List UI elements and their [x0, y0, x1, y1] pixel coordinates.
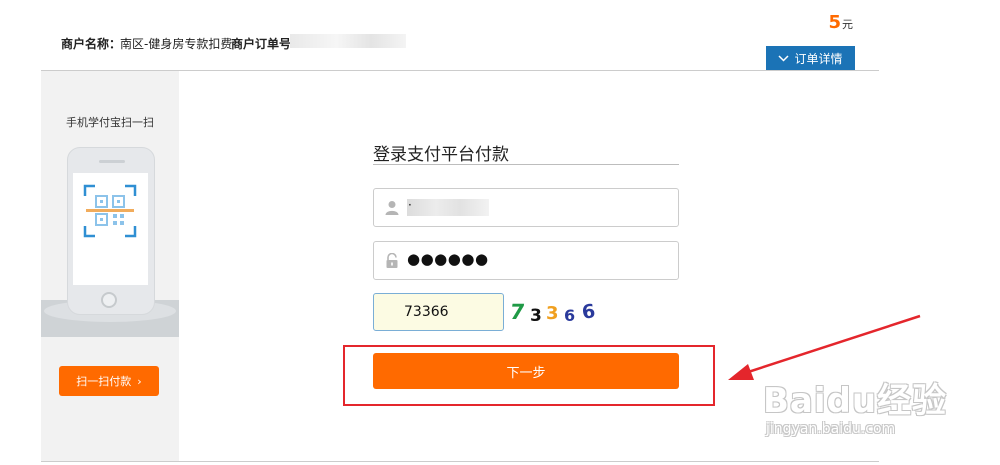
account-field[interactable]: ·: [373, 188, 679, 227]
captcha-input[interactable]: [373, 293, 504, 331]
lock-icon: [386, 253, 398, 268]
account-value-redacted: [407, 199, 489, 216]
captcha-image[interactable]: 7 3 3 6 6: [507, 297, 607, 331]
phone-home-button: [101, 292, 117, 308]
order-number-redacted: [290, 34, 406, 48]
highlight-box: [343, 345, 715, 406]
amount-value: 5: [828, 12, 841, 33]
password-value: ●●●●●●: [407, 250, 489, 268]
user-icon: [385, 201, 399, 215]
order-detail-button[interactable]: 订单详情: [766, 46, 855, 70]
watermark-url: jingyan.baidu.com: [766, 421, 896, 437]
amount-unit: 元: [842, 18, 853, 31]
password-field[interactable]: ●●●●●●: [373, 241, 679, 280]
order-number-label: 商户订单号: [231, 37, 292, 51]
qr-scan-icon: [83, 184, 137, 238]
chevron-down-icon: [778, 54, 790, 62]
form-title-underline: [373, 164, 679, 165]
captcha-char: 3: [546, 303, 559, 324]
merchant-name-value: 南区-健身房专款扣费: [120, 37, 233, 51]
watermark-logo: Baidu经验: [763, 381, 948, 421]
scan-pay-button[interactable]: 扫一扫付款 ›: [59, 366, 159, 396]
captcha-char: 6: [564, 306, 576, 325]
order-detail-label: 订单详情: [794, 51, 843, 66]
chevron-right-icon: ›: [137, 374, 142, 388]
merchant-name-label: 商户名称：: [61, 37, 122, 51]
form-title: 登录支付平台付款: [373, 145, 509, 165]
phone-speaker: [99, 160, 125, 163]
scan-pay-label: 扫一扫付款: [76, 375, 132, 388]
payment-amount: 5元: [828, 12, 853, 33]
account-value: ·: [408, 198, 412, 212]
captcha-char: 3: [530, 306, 542, 326]
scan-title: 手机学付宝扫一扫: [66, 116, 154, 129]
footer-divider: [41, 461, 879, 462]
captcha-char: 7: [508, 300, 527, 324]
captcha-char: 6: [580, 300, 597, 324]
